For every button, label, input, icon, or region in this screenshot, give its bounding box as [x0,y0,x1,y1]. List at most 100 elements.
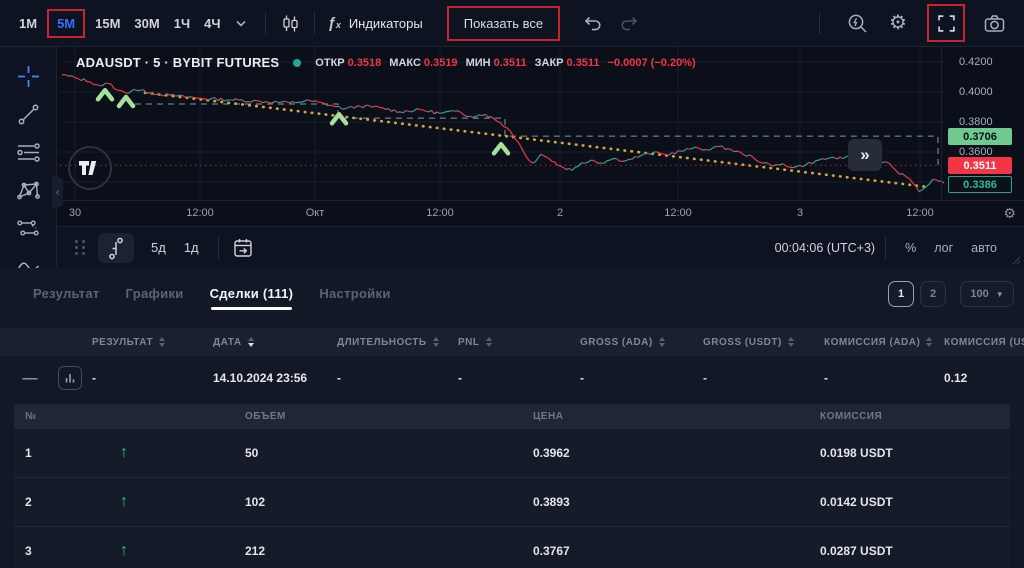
tab-trades[interactable]: Сделки (111) [210,286,294,315]
last-price-badge: 0.3386 [948,176,1012,193]
price-range-tool-icon[interactable] [98,233,134,263]
settings-gear-icon[interactable]: ⚙ [884,9,912,37]
orders-subtable: № ОБЪЕМ ЦЕНА КОМИССИЯ 1 ↑ 50 0.3962 0.01… [14,404,1010,568]
tab-charts[interactable]: Графики [126,286,184,315]
time-tick: 12:00 [186,207,214,219]
sort-icon [159,337,165,347]
trade-row-tools: — [14,366,92,390]
fullscreen-icon[interactable] [932,9,960,37]
stop-price-badge: 0.3511 [948,157,1012,174]
sort-icon [486,337,492,347]
footer-divider [885,237,886,259]
change-value: −0.0007 (−0.20%) [608,57,696,69]
time-tick: 3 [797,207,803,219]
sort-icon [433,337,439,347]
undo-icon[interactable] [578,9,606,37]
order-row[interactable]: 3 ↑ 212 0.3767 0.0287 USDT [14,526,1010,568]
col-gross-usdt[interactable]: GROSS (USDT) [703,337,824,348]
session-clock[interactable]: 00:04:06 (UTC+3) [775,241,875,255]
interval-15m-button[interactable]: 15M [88,12,127,35]
projection-tool-icon[interactable] [15,215,42,242]
time-axis[interactable]: 30 12:00 Окт 12:00 2 12:00 3 12:00 ⚙ [57,200,1024,226]
resize-handle-icon[interactable] [1010,254,1021,265]
col-fee-ada[interactable]: КОМИССИЯ (ADA) [824,337,944,348]
auto-scale-button[interactable]: авто [962,237,1006,259]
trade-fee-usdt: 0.12 [944,371,1024,385]
sort-icon [788,337,794,347]
indicators-button[interactable]: ƒx Индикаторы [327,15,422,32]
trade-gross-usdt: - [703,371,824,385]
tab-result[interactable]: Результат [33,286,100,315]
chart-section: ‹ ADAUSDT · 5 · BYBIT FUTURES ОТКР 0.351… [0,47,1024,268]
direction-up-arrow-icon: ↑ [95,494,220,510]
trade-row[interactable]: — - 14.10.2024 23:56 - - - - - 0.12 [0,356,1024,400]
chart-type-candles-icon[interactable] [276,9,304,37]
scroll-to-latest-button[interactable]: » [848,139,882,171]
order-price: 0.3893 [508,495,795,509]
page-size-select[interactable]: 100 ▼ [960,281,1014,307]
percent-scale-button[interactable]: % [896,237,925,259]
time-tick: 12:00 [664,207,692,219]
order-number: 1 [14,446,95,460]
order-row[interactable]: 2 ↑ 102 0.3893 0.0142 USDT [14,477,1010,526]
order-row[interactable]: 1 ↑ 50 0.3962 0.0198 USDT [14,428,1010,477]
drag-handle-icon[interactable] [75,240,86,255]
col-duration[interactable]: ДЛИТЕЛЬНОСТЬ [337,337,458,348]
open-value: 0.3518 [348,57,382,69]
log-scale-button[interactable]: лог [925,237,962,259]
crosshair-tool-icon[interactable] [15,63,42,90]
go-to-date-icon[interactable] [229,234,257,262]
quick-search-icon[interactable] [843,9,871,37]
range-1d-button[interactable]: 1д [175,236,208,259]
interval-30m-button[interactable]: 30M [127,12,166,35]
tradingview-logo[interactable] [68,146,112,190]
toolbar-divider [819,12,820,34]
interval-1h-button[interactable]: 1Ч [167,12,197,35]
interval-1m-button[interactable]: 1M [12,12,44,35]
market-status-dot-icon [293,59,301,67]
interval-menu-chevron-icon[interactable] [227,9,255,37]
interval-5m-button[interactable]: 5M [50,12,82,35]
range-5d-button[interactable]: 5д [142,236,175,259]
page-1-button[interactable]: 1 [888,281,914,307]
trend-line-tool-icon[interactable] [15,101,42,128]
orders-header: № ОБЪЕМ ЦЕНА КОМИССИЯ [14,404,1010,428]
direction-up-arrow-icon: ↑ [95,445,220,461]
low-label: МИН [466,57,491,69]
col-gross-ada[interactable]: GROSS (ADA) [580,337,703,348]
order-fee: 0.0287 USDT [795,544,1010,558]
redo-icon[interactable] [616,9,644,37]
trade-fee-ada: - [824,371,944,385]
col-fee-usdt[interactable]: КОМИССИЯ (USDT) [944,337,1024,348]
page-2-button[interactable]: 2 [920,281,946,307]
show-all-button[interactable]: Показать все [447,6,560,41]
trade-date: 14.10.2024 23:56 [213,371,337,385]
col-date[interactable]: ДАТА [213,337,337,348]
xabcd-pattern-tool-icon[interactable] [15,177,42,204]
drawing-toolbar-collapse-handle[interactable]: ‹ [52,177,63,207]
tab-settings[interactable]: Настройки [319,286,390,315]
symbol-title[interactable]: ADAUSDT · 5 · BYBIT FUTURES [76,55,279,70]
time-tick: 2 [557,207,563,219]
col-result[interactable]: РЕЗУЛЬТАТ [92,337,213,348]
price-axis[interactable]: 0.4200 0.4000 0.3800 0.3600 0.3706 0.351… [941,47,1024,200]
col-volume: ОБЪЕМ [220,411,508,422]
time-tick: 30 [69,207,81,219]
sort-icon [248,337,254,347]
order-fee: 0.0142 USDT [795,495,1010,509]
order-volume: 212 [220,544,508,558]
drawing-toolbar [0,47,57,268]
order-number: 2 [14,495,95,509]
order-volume: 50 [220,446,508,460]
price-tick: 0.4200 [959,56,993,68]
col-pnl[interactable]: PNL [458,337,580,348]
trade-pnl: - [458,371,580,385]
screenshot-camera-icon[interactable] [980,9,1008,37]
interval-4h-button[interactable]: 4Ч [197,12,227,35]
horizontal-lines-tool-icon[interactable] [15,139,42,166]
show-on-chart-icon[interactable] [58,366,82,390]
chart-legend: ADAUSDT · 5 · BYBIT FUTURES ОТКР 0.3518 … [76,55,696,70]
order-price: 0.3767 [508,544,795,558]
collapse-row-icon[interactable]: — [20,370,40,387]
axis-settings-gear-icon[interactable]: ⚙ [1003,205,1016,222]
